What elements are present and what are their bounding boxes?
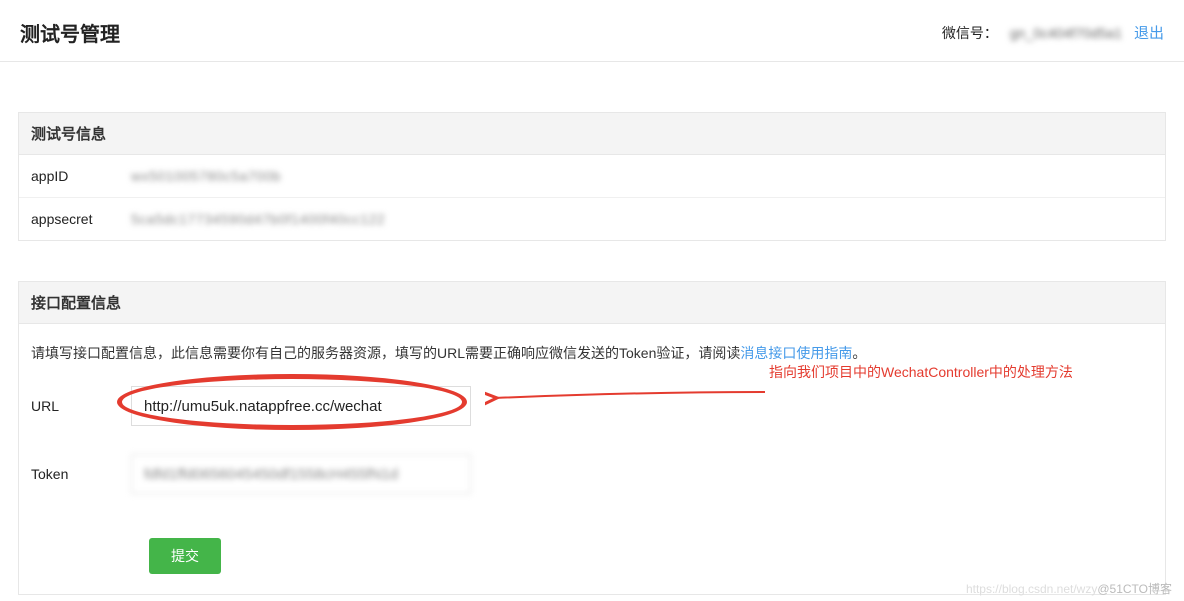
appsecret-row: appsecret 5ca5dc17734590d47b0f1400f40cc1… — [19, 197, 1165, 240]
url-input[interactable] — [131, 386, 471, 426]
page-title: 测试号管理 — [20, 18, 120, 47]
appid-value: wx501005780c5a700b — [131, 168, 281, 184]
appid-row: appID wx501005780c5a700b — [19, 155, 1165, 197]
wechat-id-value: gn_0c404f70d5a1 — [1010, 25, 1122, 41]
appid-label: appID — [31, 168, 131, 184]
url-row: URL 指向我们项目中的WechatController中的处理方法 — [19, 372, 1165, 440]
token-row: Token — [19, 440, 1165, 508]
wechat-label: 微信号： — [942, 23, 998, 43]
token-label: Token — [31, 466, 131, 482]
appsecret-label: appsecret — [31, 211, 131, 227]
section-api-title: 接口配置信息 — [19, 282, 1165, 324]
url-label: URL — [31, 398, 131, 414]
annotation-text: 指向我们项目中的WechatController中的处理方法 — [769, 362, 1073, 382]
token-input[interactable] — [131, 454, 471, 494]
submit-button[interactable]: 提交 — [149, 538, 221, 574]
guide-link[interactable]: 消息接口使用指南 — [740, 345, 852, 361]
watermark: https://blog.csdn.net/wzy@51CTO博客 — [966, 580, 1172, 597]
logout-link[interactable]: 退出 — [1134, 22, 1164, 43]
annotation-arrow-icon — [485, 390, 775, 430]
section-info-title: 测试号信息 — [19, 113, 1165, 155]
appsecret-value: 5ca5dc17734590d47b0f1400f40cc122 — [131, 211, 385, 227]
